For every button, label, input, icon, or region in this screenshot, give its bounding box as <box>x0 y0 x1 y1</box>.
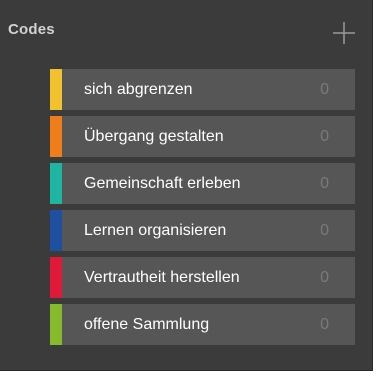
code-color-swatch <box>50 210 62 251</box>
code-item[interactable]: Lernen organisieren 0 <box>50 210 355 251</box>
code-item[interactable]: offene Sammlung 0 <box>50 304 355 345</box>
code-list: sich abgrenzen 0 Übergang gestalten 0 Ge… <box>50 69 355 351</box>
code-count: 0 <box>320 316 329 333</box>
code-item[interactable]: Übergang gestalten 0 <box>50 116 355 157</box>
code-label: Lernen organisieren <box>84 222 227 239</box>
code-label: sich abgrenzen <box>84 81 193 98</box>
code-color-swatch <box>50 116 62 157</box>
code-count: 0 <box>320 175 329 192</box>
code-count: 0 <box>320 128 329 145</box>
panel-title: Codes <box>8 21 55 38</box>
code-label: Übergang gestalten <box>84 128 224 145</box>
code-item[interactable]: Vertrautheit herstellen 0 <box>50 257 355 298</box>
code-count: 0 <box>320 81 329 98</box>
plus-icon <box>333 22 355 44</box>
code-count: 0 <box>320 222 329 239</box>
code-color-swatch <box>50 257 62 298</box>
code-color-swatch <box>50 304 62 345</box>
code-count: 0 <box>320 269 329 286</box>
code-label: Vertrautheit herstellen <box>84 269 240 286</box>
code-color-swatch <box>50 69 62 110</box>
add-code-button[interactable] <box>329 18 359 48</box>
code-label: Gemeinschaft erleben <box>84 175 241 192</box>
code-item[interactable]: sich abgrenzen 0 <box>50 69 355 110</box>
code-color-swatch <box>50 163 62 204</box>
codes-panel: Codes sich abgrenzen 0 Übergang gestalte… <box>0 0 373 371</box>
codes-header: Codes <box>0 0 372 57</box>
code-item[interactable]: Gemeinschaft erleben 0 <box>50 163 355 204</box>
code-label: offene Sammlung <box>84 316 210 333</box>
